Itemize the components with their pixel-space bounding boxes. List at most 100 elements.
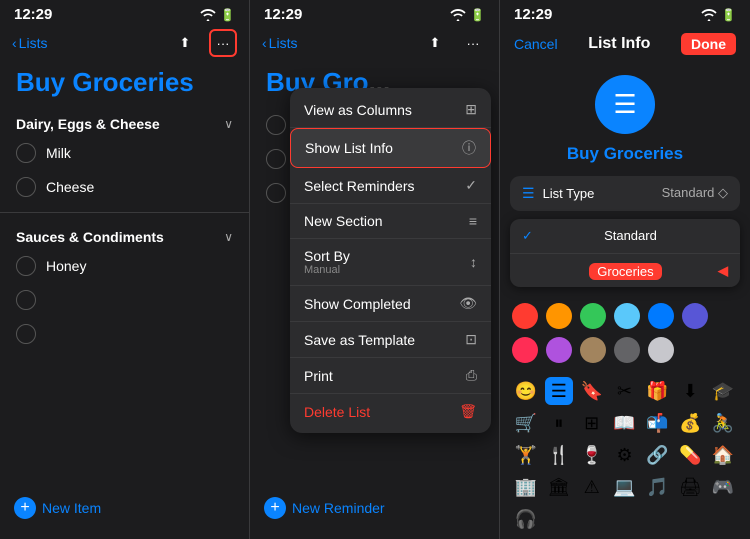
share-button-2[interactable]: ⬆ [421,29,449,57]
share-button-1[interactable]: ⬆ [171,29,199,57]
icon-laptop[interactable]: 💻 [611,473,639,501]
icon-pill[interactable]: 💊 [676,441,704,469]
icon-gear[interactable]: ⚙ [611,441,639,469]
checkbox-milk[interactable] [16,143,36,163]
icon-pause[interactable]: ⏸ [545,409,573,437]
chevron-dairy[interactable]: ∨ [224,117,233,131]
red-arrow-indicator: ◀ [718,263,728,279]
list-type-label: List Type [543,186,595,201]
icon-game[interactable]: 🎮 [709,473,737,501]
icon-fork[interactable]: 🍴 [545,441,573,469]
back-button-2[interactable]: ‹ Lists [262,35,297,51]
context-menu: View as Columns ⊞ Show List Info ⓘ Selec… [290,88,491,433]
check-icon: ✓ [465,177,477,194]
dropdown-option-groceries[interactable]: ✓ Groceries ◀ [510,254,740,287]
icon-bookmark[interactable]: 🔖 [578,377,606,405]
icon-headphones[interactable]: 🎧 [512,505,540,533]
icon-book[interactable]: 📖 [611,409,639,437]
option-label-groceries: Groceries [589,263,661,280]
nav-icons-2: ⬆ ··· [421,29,487,57]
checkbox-empty-2[interactable] [16,324,36,344]
icon-download[interactable]: ⬇ [676,377,704,405]
icon-mail[interactable]: 📬 [643,409,671,437]
color-red[interactable] [512,303,538,329]
icon-cart[interactable]: 🛒 [512,409,540,437]
more-button-1[interactable]: ··· [209,29,237,57]
icon-wine[interactable]: 🍷 [578,441,606,469]
menu-label-show-list-info: Show List Info [305,140,393,156]
done-button[interactable]: Done [681,33,736,55]
status-bar-2: 12:29 🔋 [250,0,499,25]
color-orange[interactable] [546,303,572,329]
icon-weights[interactable]: 🏋 [512,441,540,469]
menu-show-list-info[interactable]: Show List Info ⓘ [290,128,491,168]
back-button-1[interactable]: ‹ Lists [12,35,47,51]
add-reminder-button[interactable]: + New Reminder [264,497,385,519]
icon-office[interactable]: 🏢 [512,473,540,501]
checkbox-honey-2[interactable] [266,183,286,203]
time-1: 12:29 [14,6,52,23]
section-name-dairy: Dairy, Eggs & Cheese [16,116,160,132]
menu-sort-by[interactable]: Sort By Manual ↕ [290,239,491,286]
menu-save-template[interactable]: Save as Template ⊡ [290,322,491,358]
color-lightblue[interactable] [614,303,640,329]
menu-label-print: Print [304,368,333,384]
time-2: 12:29 [264,6,302,23]
menu-delete-list[interactable]: Delete List 🗑 [290,394,491,429]
menu-label-new-section: New Section [304,213,383,229]
icon-link[interactable]: 🔗 [643,441,671,469]
icon-printer[interactable]: 🖨 [676,473,704,501]
cancel-button[interactable]: Cancel [514,36,558,52]
icon-music[interactable]: 🎵 [643,473,671,501]
checkbox-cheese[interactable] [16,177,36,197]
list-name-display[interactable]: Buy Groceries [500,144,750,164]
chevron-sauces[interactable]: ∨ [224,230,233,244]
menu-print[interactable]: Print ⎙ [290,358,491,394]
battery-icon: 🔋 [220,8,235,22]
icon-picker: 😊 ☰ 🔖 ✂ 🎁 ⬇ 🎓 🛒 ⏸ ⊞ 📖 📬 💰 🚴 🏋 🍴 🍷 ⚙ 🔗 💊 … [502,371,748,539]
color-lightgray[interactable] [648,337,674,363]
icon-grid[interactable]: ⊞ [578,409,606,437]
menu-label-save-template: Save as Template [304,332,415,348]
color-blue[interactable] [648,303,674,329]
icon-smiley[interactable]: 😊 [512,377,540,405]
status-icons-1: 🔋 [200,8,235,22]
icon-bike[interactable]: 🚴 [709,409,737,437]
icon-money[interactable]: 💰 [676,409,704,437]
icon-gift[interactable]: 🎁 [643,377,671,405]
eye-icon: 👁 [459,295,477,312]
menu-view-columns[interactable]: View as Columns ⊞ [290,92,491,128]
checkbox-empty-1[interactable] [16,290,36,310]
icon-bank[interactable]: 🏛 [545,473,573,501]
add-item-button-1[interactable]: + New Item [14,497,101,519]
list-type-row[interactable]: ☰ List Type Standard ◇ [510,176,740,211]
color-green[interactable] [580,303,606,329]
dropdown-option-standard[interactable]: ✓ Standard [510,219,740,254]
list-icon-circle[interactable]: ☰ [595,75,655,134]
list-type-dropdown: ✓ Standard ✓ Groceries ◀ [510,219,740,287]
battery-icon-3: 🔋 [721,8,736,22]
icon-grad[interactable]: 🎓 [709,377,737,405]
menu-select-reminders[interactable]: Select Reminders ✓ [290,168,491,204]
color-gray[interactable] [614,337,640,363]
icon-scissors[interactable]: ✂ [611,377,639,405]
list-item-empty-2 [0,317,249,351]
checkbox-honey-1[interactable] [16,256,36,276]
color-pink[interactable] [512,337,538,363]
icon-warning[interactable]: ⚠ [578,473,606,501]
nav-bar-2: ‹ Lists ⬆ ··· [250,25,499,63]
icon-home[interactable]: 🏠 [709,441,737,469]
nav-icons-1: ⬆ ··· [171,29,237,57]
wifi-icon-2 [450,9,466,21]
more-button-2[interactable]: ··· [459,29,487,57]
color-brown[interactable] [580,337,606,363]
color-indigo[interactable] [682,303,708,329]
list-item-milk: Milk [0,136,249,170]
menu-show-completed[interactable]: Show Completed 👁 [290,286,491,322]
menu-new-section[interactable]: New Section ≡ [290,204,491,239]
info-icon: ⓘ [462,138,476,158]
color-purple[interactable] [546,337,572,363]
checkbox-milk-2[interactable] [266,115,286,135]
checkbox-cheese-2[interactable] [266,149,286,169]
icon-list[interactable]: ☰ [545,377,573,405]
